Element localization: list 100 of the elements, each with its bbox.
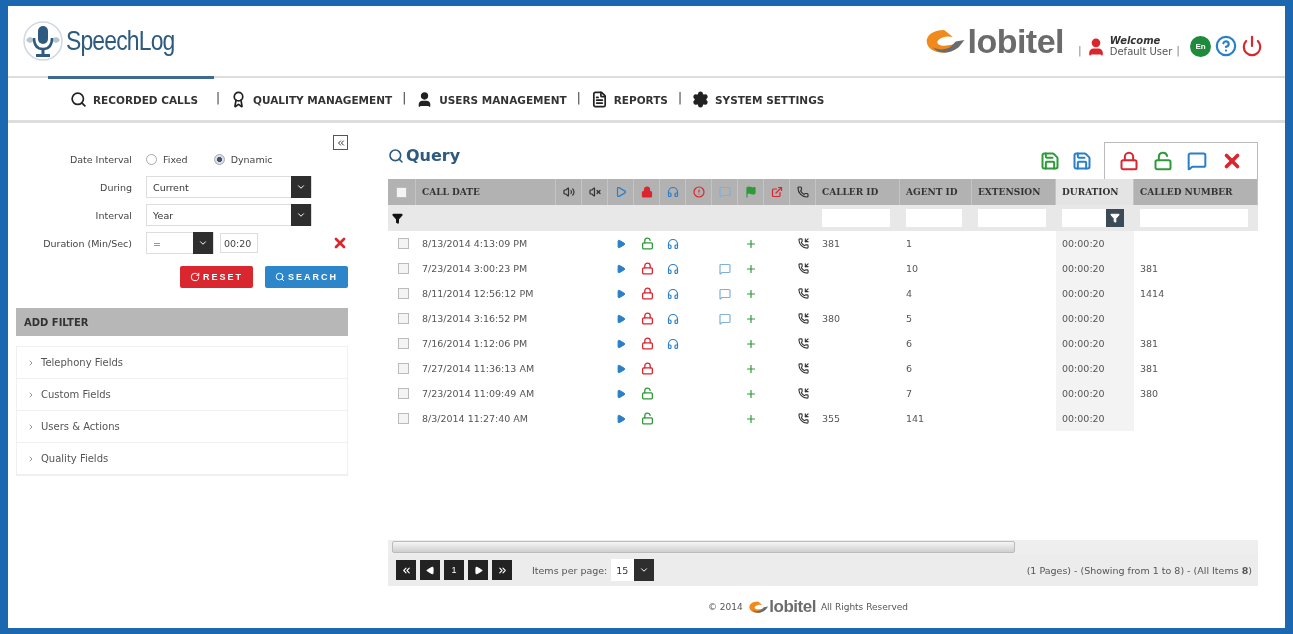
filter-icon — [392, 212, 403, 224]
reset-button[interactable]: RESET — [179, 266, 253, 288]
unlocked-icon[interactable] — [640, 237, 654, 250]
comment-icon[interactable] — [719, 262, 731, 275]
unlocked-icon[interactable] — [640, 412, 654, 425]
nav-tab[interactable]: RECORDED CALLS — [48, 76, 214, 120]
field-label: Date Interval — [68, 153, 132, 165]
plus-icon[interactable] — [745, 262, 757, 275]
plus-icon[interactable] — [745, 237, 757, 250]
checkbox[interactable] — [398, 413, 409, 424]
nav-tab[interactable]: REPORTS — [582, 76, 676, 120]
footer-brand-name: lobitel — [769, 597, 816, 617]
collapse-button[interactable] — [333, 135, 348, 150]
comment-icon[interactable] — [719, 312, 731, 325]
language-button[interactable]: En — [1190, 36, 1211, 57]
checkbox[interactable] — [398, 313, 409, 324]
radio-button[interactable] — [146, 153, 157, 165]
headphones-icon[interactable] — [667, 237, 679, 250]
plus-icon[interactable] — [745, 287, 757, 300]
filter-button[interactable] — [1106, 209, 1124, 227]
nav-tab[interactable]: SYSTEM SETTINGS — [683, 76, 833, 120]
phone-icon — [796, 186, 809, 198]
rights-text: All Rights Reserved — [820, 602, 909, 612]
input-field[interactable]: 00:20 — [220, 233, 258, 253]
play-icon[interactable] — [616, 413, 626, 424]
caret-icon — [27, 390, 35, 399]
headphones-icon[interactable] — [667, 262, 679, 275]
search-icon — [70, 91, 87, 108]
plus-icon[interactable] — [745, 362, 757, 375]
nav-tab[interactable]: QUALITY MANAGEMENT — [222, 76, 401, 120]
dropdown[interactable]: Year — [146, 204, 312, 226]
plus-icon[interactable] — [745, 387, 757, 400]
play-icon[interactable] — [616, 313, 626, 324]
headphones-icon[interactable] — [667, 287, 679, 300]
checkbox[interactable] — [396, 186, 407, 198]
dropdown[interactable]: = — [146, 232, 214, 254]
save-icon[interactable] — [1072, 150, 1092, 171]
accordion-item[interactable]: Telephony Fields — [17, 347, 347, 379]
comment-icon[interactable] — [719, 287, 731, 300]
accordion-item[interactable]: Quality Fields — [17, 443, 347, 475]
plus-icon[interactable] — [745, 312, 757, 325]
save-icon[interactable] — [1040, 150, 1060, 171]
checkbox[interactable] — [398, 363, 409, 374]
phone-icon — [797, 363, 809, 374]
checkbox[interactable] — [398, 263, 409, 274]
search-button[interactable]: SEARCH — [265, 266, 348, 288]
last-page-button[interactable] — [492, 560, 512, 580]
lock-icon[interactable] — [640, 362, 654, 375]
checkbox[interactable] — [398, 238, 409, 249]
first-page-button[interactable] — [396, 560, 416, 580]
power-icon[interactable] — [1241, 35, 1263, 57]
previous-page-button[interactable] — [420, 560, 440, 580]
comment-icon[interactable] — [1187, 151, 1207, 171]
radio-button[interactable] — [213, 153, 225, 165]
checkbox[interactable] — [398, 338, 409, 349]
lock-icon[interactable] — [640, 312, 654, 325]
plus-icon[interactable] — [745, 412, 757, 425]
table-cell-text: 381 — [821, 237, 842, 251]
dropdown[interactable]: Current — [146, 176, 312, 198]
headphones-icon[interactable] — [667, 337, 679, 350]
page-button[interactable]: 1 — [444, 560, 464, 580]
lock-icon[interactable] — [640, 287, 654, 300]
headphones-icon — [666, 186, 679, 198]
lock-icon[interactable] — [640, 262, 654, 275]
checkbox[interactable] — [398, 388, 409, 399]
unlocked-icon[interactable] — [1153, 151, 1173, 171]
lock-icon[interactable] — [1119, 151, 1139, 171]
play-icon[interactable] — [616, 338, 626, 349]
table-cell-text: 5 — [905, 312, 914, 326]
horizontal-scrollbar[interactable] — [388, 540, 1258, 554]
table-cell: 00:00:20 — [1056, 331, 1134, 356]
table-cell-text: 7/23/2014 3:00:23 PM — [421, 262, 529, 276]
nav-tab[interactable]: USERS MANAGEMENT — [408, 76, 575, 120]
separator: | — [676, 91, 683, 105]
radio-label: Dynamic — [230, 153, 273, 165]
plus-icon[interactable] — [745, 337, 757, 350]
table-cell-text: 7/23/2014 11:09:49 AM — [421, 387, 536, 401]
dropdown[interactable]: 15 — [611, 559, 655, 581]
accordion-item[interactable]: Users & Actions — [17, 411, 347, 443]
table-cell: 00:00:20 — [1056, 281, 1134, 306]
play-icon[interactable] — [616, 388, 626, 399]
field-label: Interval — [94, 209, 132, 221]
next-page-button[interactable] — [468, 560, 488, 580]
clear-icon[interactable] — [332, 235, 348, 251]
checkbox[interactable] — [398, 288, 409, 299]
play-icon[interactable] — [616, 263, 626, 274]
play-icon[interactable] — [616, 238, 626, 249]
copyright-text: © 2014 — [707, 602, 743, 612]
play-icon[interactable] — [616, 363, 626, 374]
help-icon[interactable] — [1215, 35, 1237, 57]
column-header[interactable]: DURATION — [1056, 179, 1134, 205]
lock-icon[interactable] — [640, 337, 654, 350]
unlocked-icon[interactable] — [640, 387, 654, 400]
accordion-item[interactable]: Custom Fields — [17, 379, 347, 411]
filter-field[interactable] — [1062, 209, 1124, 227]
table-cell-text: 4 — [905, 287, 914, 301]
welcome-text: Welcome — [1109, 36, 1162, 47]
play-icon[interactable] — [616, 288, 626, 299]
headphones-icon[interactable] — [667, 312, 679, 325]
table-cell-text: 381 — [1139, 337, 1160, 351]
